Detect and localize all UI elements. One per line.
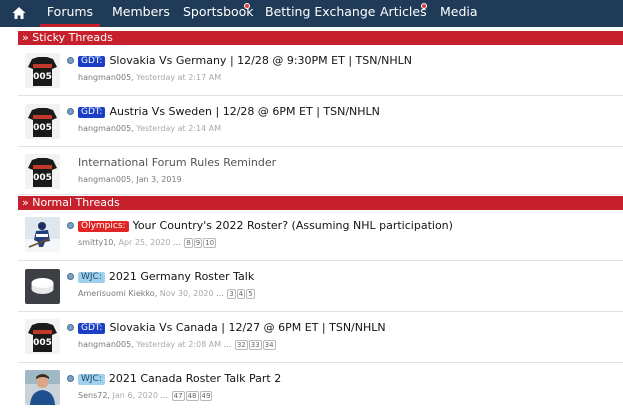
thread-author[interactable]: smitty10 xyxy=(78,238,113,247)
thread-row[interactable]: WJC: 2021 Canada Roster Talk Part 2 Sens7… xyxy=(18,363,623,416)
page-link[interactable]: 8 xyxy=(184,238,193,248)
thread-date[interactable]: Apr 25, 2020 xyxy=(118,238,170,247)
thread-meta: hangman005, Yesterday at 2:14 AM xyxy=(78,124,222,133)
tab-forums[interactable]: Forums xyxy=(40,0,100,27)
thread-row[interactable]: 005 International Forum Rules Reminder h… xyxy=(18,147,623,195)
top-nav: Forums Members Sportsbook Betting Exchan… xyxy=(0,0,623,27)
thread-title-text[interactable]: Austria Vs Sweden | 12/28 @ 6PM ET | TSN… xyxy=(109,105,379,118)
unread-indicator xyxy=(67,222,74,229)
svg-text:005: 005 xyxy=(33,72,52,82)
jersey-avatar[interactable]: 005 xyxy=(25,104,60,139)
thread-title[interactable]: WJC: 2021 Germany Roster Talk xyxy=(78,270,254,284)
articles-alert-dot xyxy=(421,3,427,9)
page-link[interactable]: 4 xyxy=(236,289,246,299)
thread-date[interactable]: Yesterday at 2:17 AM xyxy=(136,73,221,82)
thread-meta: hangman005, Yesterday at 2:08 AM ... 32 3… xyxy=(78,340,276,350)
thread-date[interactable]: Jan 3, 2019 xyxy=(136,175,181,184)
thread-meta: smitty10, Apr 25, 2020 ... 8 9 10 xyxy=(78,238,217,248)
tab-articles[interactable]: Articles xyxy=(380,0,427,27)
thread-meta: Amerisuomi Kiekko, Nov 30, 2020 ... 345 xyxy=(78,289,255,299)
thread-date[interactable]: Nov 30, 2020 xyxy=(160,289,214,298)
thread-author[interactable]: hangman005 xyxy=(78,73,131,82)
thread-title-text[interactable]: 2021 Germany Roster Talk xyxy=(109,270,254,283)
gdt-prefix[interactable]: GDT: xyxy=(78,107,106,118)
gdt-prefix[interactable]: GDT: xyxy=(78,323,106,334)
svg-text:005: 005 xyxy=(33,123,52,133)
thread-author[interactable]: hangman005 xyxy=(78,340,131,349)
tab-members[interactable]: Members xyxy=(112,0,170,27)
gdt-prefix[interactable]: GDT: xyxy=(78,56,106,67)
tab-sportsbook[interactable]: Sportsbook xyxy=(183,0,254,27)
unread-indicator xyxy=(67,375,74,382)
page-link[interactable]: 32 xyxy=(234,340,248,350)
thread-meta: hangman005, Jan 3, 2019 xyxy=(78,175,182,184)
thread-title-text[interactable]: Slovakia Vs Canada | 12/27 @ 6PM ET | TS… xyxy=(109,321,385,334)
unread-indicator xyxy=(67,273,74,280)
page-link[interactable]: 48 xyxy=(185,391,199,401)
thread-title[interactable]: Olympics: Your Country's 2022 Roster? (As… xyxy=(78,219,453,233)
page-link[interactable]: 34 xyxy=(262,340,276,350)
unread-indicator xyxy=(67,108,74,115)
thread-row[interactable]: 005 GDT: Slovakia Vs Canada | 12/27 @ 6PM… xyxy=(18,312,623,363)
thread-row[interactable]: 005 GDT: Austria Vs Sweden | 12/28 @ 6PM … xyxy=(18,96,623,147)
thread-author[interactable]: Sens72 xyxy=(78,391,107,400)
thread-row[interactable]: Olympics: Your Country's 2022 Roster? (As… xyxy=(18,210,623,261)
sportsbook-alert-dot xyxy=(244,3,250,9)
thread-title[interactable]: GDT: Austria Vs Sweden | 12/28 @ 6PM ET |… xyxy=(78,105,380,119)
page-link[interactable]: 33 xyxy=(248,340,262,350)
jersey-avatar[interactable]: 005 xyxy=(25,319,60,354)
hockey-puck-avatar[interactable] xyxy=(25,269,60,304)
jersey-avatar[interactable]: 005 xyxy=(25,154,60,189)
page-link[interactable]: 47 xyxy=(171,391,185,401)
tab-betting-exchange[interactable]: Betting Exchange xyxy=(265,0,375,27)
thread-row[interactable]: 005 GDT: Slovakia Vs Germany | 12/28 @ 9:… xyxy=(18,45,623,96)
tab-media[interactable]: Media xyxy=(440,0,478,27)
thread-date[interactable]: Yesterday at 2:08 AM xyxy=(136,340,221,349)
wjc-prefix[interactable]: WJC: xyxy=(78,272,105,283)
page-link[interactable]: 10 xyxy=(203,238,217,248)
thread-title-text[interactable]: International Forum Rules Reminder xyxy=(78,156,276,169)
thread-title-text[interactable]: Slovakia Vs Germany | 12/28 @ 9:30PM ET … xyxy=(109,54,412,67)
thread-meta: Sens72, Jan 6, 2020 ... 47 48 49 xyxy=(78,391,213,401)
thread-date[interactable]: Yesterday at 2:14 AM xyxy=(136,124,221,133)
svg-text:005: 005 xyxy=(33,338,52,348)
thread-author[interactable]: hangman005 xyxy=(78,124,131,133)
thread-title[interactable]: GDT: Slovakia Vs Germany | 12/28 @ 9:30PM… xyxy=(78,54,412,68)
page-link[interactable]: 49 xyxy=(199,391,213,401)
page-link[interactable]: 5 xyxy=(246,289,255,299)
thread-author[interactable]: Amerisuomi Kiekko xyxy=(78,289,155,298)
normal-threads-header: » Normal Threads xyxy=(18,196,623,210)
thread-date[interactable]: Jan 6, 2020 xyxy=(113,391,158,400)
thread-meta: hangman005, Yesterday at 2:17 AM xyxy=(78,73,222,82)
thread-row[interactable]: WJC: 2021 Germany Roster Talk Amerisuomi … xyxy=(18,261,623,312)
unread-indicator xyxy=(67,57,74,64)
unread-indicator xyxy=(67,324,74,331)
hockey-player-avatar[interactable] xyxy=(25,217,60,252)
wjc-prefix[interactable]: WJC: xyxy=(78,374,105,385)
jersey-avatar[interactable]: 005 xyxy=(25,53,60,88)
thread-title[interactable]: WJC: 2021 Canada Roster Talk Part 2 xyxy=(78,372,281,386)
svg-text:005: 005 xyxy=(33,173,52,183)
thread-title-text[interactable]: Your Country's 2022 Roster? (Assuming NH… xyxy=(133,219,453,232)
olympics-prefix[interactable]: Olympics: xyxy=(78,221,129,232)
user-photo-avatar[interactable] xyxy=(25,370,60,405)
thread-author[interactable]: hangman005 xyxy=(78,175,131,184)
thread-title[interactable]: GDT: Slovakia Vs Canada | 12/27 @ 6PM ET … xyxy=(78,321,386,335)
sticky-threads-header: » Sticky Threads xyxy=(18,31,623,45)
thread-title-text[interactable]: 2021 Canada Roster Talk Part 2 xyxy=(109,372,281,385)
page-link[interactable]: 9 xyxy=(193,238,203,248)
home-icon[interactable] xyxy=(11,5,27,21)
thread-title[interactable]: International Forum Rules Reminder xyxy=(78,156,276,170)
page-link[interactable]: 3 xyxy=(227,289,236,299)
